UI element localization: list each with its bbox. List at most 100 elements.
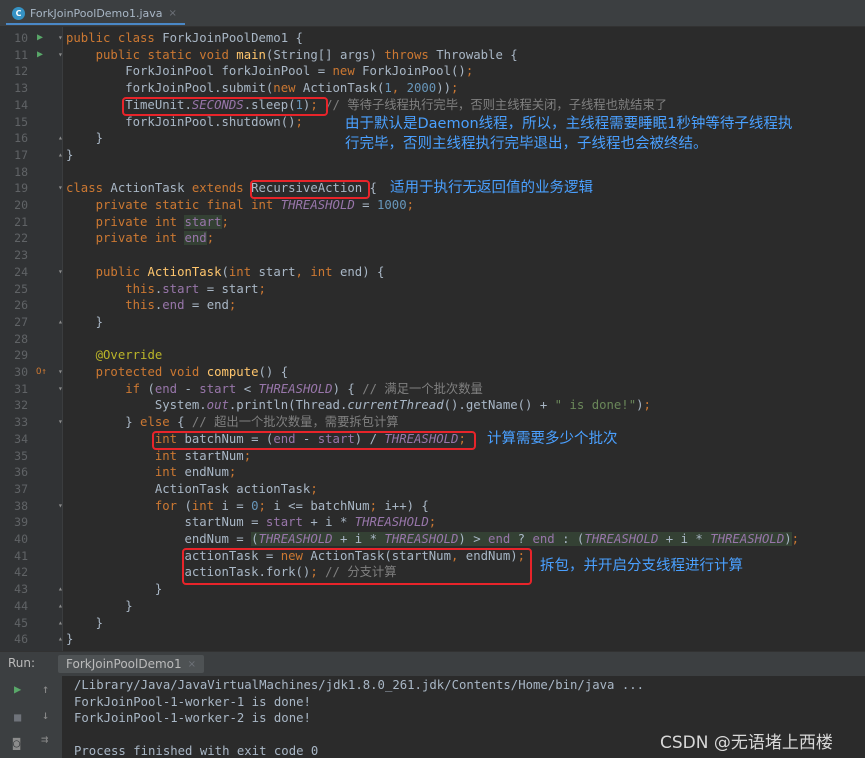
code-editor[interactable]: 10 ▶ ▾ public class ForkJoinPoolDemo1 {11 ▶ ▾… [0,27,865,651]
fold-icon[interactable]: ▾ [58,30,63,47]
line-number: 27 [14,314,28,329]
line-number: 14 [14,97,28,112]
code-text: int endNum; [154,465,237,480]
line-number: 37 [14,481,28,496]
watermark: CSDN @无语堵上西楼 [660,733,833,753]
close-icon[interactable]: × [169,8,177,19]
console-line: Process finished with exit code 0 [74,744,319,758]
fold-icon[interactable]: ▾ [58,180,63,197]
code-text: } [66,131,104,146]
stop-icon[interactable]: ■ [14,710,21,724]
fold-icon[interactable]: ▴ [58,147,63,164]
code-text: } [66,147,74,162]
line-number: 30 [14,365,28,379]
line-number: 31 [14,381,28,396]
run-label: Run: [8,656,36,670]
code-text: forkJoinPool.submit(new ActionTask(1, 20… [66,81,459,96]
console-line: /Library/Java/JavaVirtualMachines/jdk1.8… [74,678,645,692]
fold-icon[interactable]: ▾ [58,381,63,398]
code-text: System.out.println(Thread.currentThread(… [66,398,651,413]
code-text: endNum = (THREASHOLD + i * THREASHOLD) >… [66,532,800,546]
fold-icon[interactable]: ▴ [58,615,63,632]
highlight-box-batchnum [152,431,476,450]
code-text: startNum = start + i * THREASHOLD; [66,515,437,530]
annotation-sleep-line2: 行完毕，否则主线程执行完毕退出，子线程也会被终结。 [345,136,708,152]
run-gutter-icon[interactable]: ▶ [37,47,43,64]
run-tab[interactable]: ForkJoinPoolDemo1 × [58,655,205,673]
fold-icon[interactable]: ▾ [58,498,63,515]
fold-icon[interactable]: ▾ [58,364,63,381]
code-text: public class ForkJoinPoolDemo1 { [66,31,303,45]
code-text: } else { // 超出一个批次数量，需要拆包计算 [66,415,399,430]
java-class-icon: C [12,6,25,20]
editor-tab[interactable]: C ForkJoinPoolDemo1.java × [6,3,185,25]
line-number: 20 [14,198,28,212]
line-number: 46 [14,632,28,647]
fold-icon[interactable]: ▴ [58,314,63,331]
code-text: ForkJoinPool forkJoinPool = new ForkJoin… [66,64,474,79]
code-text: } [66,598,133,613]
line-number: 16 [14,131,28,146]
line-number: 39 [14,515,28,530]
code-text: this.start = start; [125,281,266,296]
line-number: 24 [14,264,28,279]
arrow-up-icon[interactable]: ↑ [42,682,49,696]
fold-icon[interactable]: ▾ [58,264,63,281]
code-text: this.end = end; [125,298,237,313]
line-number: 17 [14,147,28,162]
line-number: 36 [14,465,28,480]
code-text: for (int i = 0; i <= batchNum; i++) { [154,498,429,513]
line-number: 13 [14,81,28,96]
line-number: 38 [14,498,28,513]
annotation-sleep-line1: 由于默认是Daemon线程，所以，主线程需要睡眠1秒钟等待子线程执 [345,116,793,132]
line-number: 19 [14,181,28,196]
highlight-box-fork [182,548,532,585]
line-number: 43 [14,582,28,597]
arrow-down-icon[interactable]: ↓ [42,708,49,722]
code-text: private int start; [95,214,229,229]
code-text: @Override [95,348,163,363]
run-panel-header: Run: ForkJoinPoolDemo1 × [0,651,865,676]
line-number: 22 [14,231,28,246]
line-number: 40 [14,532,28,546]
fold-icon[interactable]: ▴ [58,130,63,147]
line-number: 32 [14,398,28,413]
line-number: 26 [14,298,28,313]
code-text: protected void compute() { [95,365,289,379]
console-line: ForkJoinPool-1-worker-1 is done! [74,694,311,709]
highlight-box-sleep [122,97,328,116]
override-gutter-icon[interactable]: O↑ [36,364,47,381]
run-tab-label: ForkJoinPoolDemo1 [66,657,182,671]
run-gutter-icon[interactable]: ▶ [37,30,43,47]
camera-icon[interactable]: ◙ [13,736,20,750]
line-number: 29 [14,348,28,363]
line-number: 21 [14,214,28,229]
annotation-fork: 拆包，并开启分支线程进行计算 [540,558,743,574]
close-icon[interactable]: × [188,659,196,670]
fold-icon[interactable]: ▴ [58,631,63,648]
line-number: 42 [14,565,28,580]
code-text: public static void main(String[] args) t… [95,47,518,62]
fold-icon[interactable]: ▴ [58,581,63,598]
code-text: private int end; [95,231,215,246]
code-text: private static final int THREASHOLD = 10… [95,198,415,212]
line-number: 34 [14,431,28,446]
annotation-batch: 计算需要多少个批次 [487,431,618,447]
editor-tab-bar: C ForkJoinPoolDemo1.java × [0,0,865,27]
line-number: 33 [14,415,28,430]
fold-icon[interactable]: ▴ [58,598,63,615]
console-toolbar: ▶ ↑ ■ ↓ ◙ ⇉ [0,676,62,758]
line-number: 25 [14,281,28,296]
line-number: 45 [14,615,28,630]
line-number: 23 [14,248,28,263]
code-text: } [66,615,104,630]
console-line: ForkJoinPool-1-worker-2 is done! [74,711,311,725]
rerun-icon[interactable]: ▶ [14,682,21,696]
fold-icon[interactable]: ▾ [58,47,63,64]
soft-wrap-icon[interactable]: ⇉ [41,732,48,746]
fold-icon[interactable]: ▾ [58,414,63,431]
code-text: } [66,314,104,329]
code-text: int startNum; [154,448,252,463]
editor-tab-label: ForkJoinPoolDemo1.java [30,6,163,20]
line-number: 12 [14,64,28,79]
